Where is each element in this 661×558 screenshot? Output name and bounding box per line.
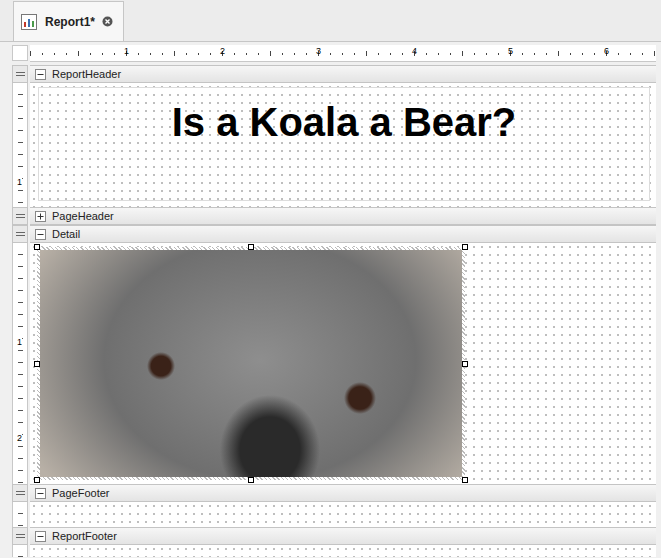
ruler-number: 1: [17, 178, 22, 187]
section-bar-row: Detail: [12, 225, 656, 243]
section-resize-handle[interactable]: [12, 484, 28, 502]
resize-handle[interactable]: [462, 244, 468, 250]
report-designer: Report1*123456ReportHeader1Is a Koala a …: [0, 0, 661, 558]
ruler-number: 5: [508, 47, 513, 56]
ruler-row: 1 2 3 4 5 6: [12, 45, 656, 62]
collapse-icon[interactable]: [35, 229, 46, 240]
section-body[interactable]: [30, 243, 656, 484]
ruler-number: 2: [17, 434, 22, 443]
resize-handle[interactable]: [462, 477, 468, 483]
resize-handle[interactable]: [248, 244, 254, 250]
resize-handle[interactable]: [34, 244, 40, 250]
section-label: PageHeader: [52, 210, 114, 222]
resize-handle[interactable]: [248, 477, 254, 483]
section-bar[interactable]: PageFooter: [30, 484, 656, 502]
section-row: 12: [12, 243, 656, 484]
section-bar-row: ReportHeader: [12, 65, 656, 83]
ruler-number: 6: [604, 47, 609, 56]
horizontal-ruler: 1 2 3 4 5 6: [30, 45, 656, 62]
expand-icon[interactable]: [35, 211, 46, 222]
grip-icon: [16, 533, 25, 539]
ruler-ticks: [30, 45, 656, 62]
section-body[interactable]: [30, 545, 656, 557]
section-bar-row: ReportFooter: [12, 527, 656, 545]
ruler-number: 1: [17, 338, 22, 347]
grip-icon: [16, 213, 25, 219]
design-surface: 123456ReportHeader1Is a Koala a Bear?Pag…: [0, 42, 661, 558]
ruler-corner: [12, 45, 28, 61]
section-row: 1 Is a Koala a Bear?: [12, 83, 656, 207]
section-row: [12, 502, 656, 527]
section-body[interactable]: Is a Koala a Bear?: [30, 83, 656, 207]
section-bar[interactable]: Detail: [30, 225, 656, 243]
section-body[interactable]: [30, 502, 656, 527]
section-label: ReportHeader: [52, 68, 121, 80]
ruler-number: 2: [220, 47, 225, 56]
title-textbox[interactable]: Is a Koala a Bear?: [38, 87, 650, 201]
report-title: Is a Koala a Bear?: [172, 100, 517, 200]
picture-control[interactable]: [37, 247, 465, 480]
section-label: PageFooter: [52, 487, 109, 499]
section-label: Detail: [52, 228, 80, 240]
resize-handle[interactable]: [34, 361, 40, 367]
section-row: [12, 545, 656, 557]
collapse-icon[interactable]: [35, 69, 46, 80]
grip-icon: [16, 231, 25, 237]
report-icon: [20, 13, 38, 31]
ruler-number: 3: [316, 47, 321, 56]
tab-label: Report1*: [45, 15, 95, 29]
grip-icon: [16, 71, 25, 77]
section-resize-handle[interactable]: [12, 207, 28, 225]
vertical-ruler: [12, 502, 28, 527]
section-resize-handle[interactable]: [12, 65, 28, 83]
resize-handle[interactable]: [34, 477, 40, 483]
resize-handle[interactable]: [462, 361, 468, 367]
vertical-ruler: 12: [12, 243, 28, 484]
close-icon[interactable]: [102, 16, 113, 27]
tab-strip: Report1*: [0, 0, 661, 42]
section-bar[interactable]: ReportFooter: [30, 527, 656, 545]
section-label: ReportFooter: [52, 530, 117, 542]
vertical-ruler: [12, 545, 28, 557]
document-tab[interactable]: Report1*: [13, 1, 124, 41]
grip-icon: [16, 490, 25, 496]
ruler-number: 4: [412, 47, 417, 56]
section-bar-row: PageHeader: [12, 207, 656, 225]
section-bar[interactable]: ReportHeader: [30, 65, 656, 83]
vertical-ruler: 1: [12, 83, 28, 207]
collapse-icon[interactable]: [35, 488, 46, 499]
section-bar[interactable]: PageHeader: [30, 207, 656, 225]
koala-photo: [40, 250, 462, 477]
collapse-icon[interactable]: [35, 531, 46, 542]
section-bar-row: PageFooter: [12, 484, 656, 502]
section-resize-handle[interactable]: [12, 527, 28, 545]
section-resize-handle[interactable]: [12, 225, 28, 243]
ruler-number: 1: [124, 47, 129, 56]
